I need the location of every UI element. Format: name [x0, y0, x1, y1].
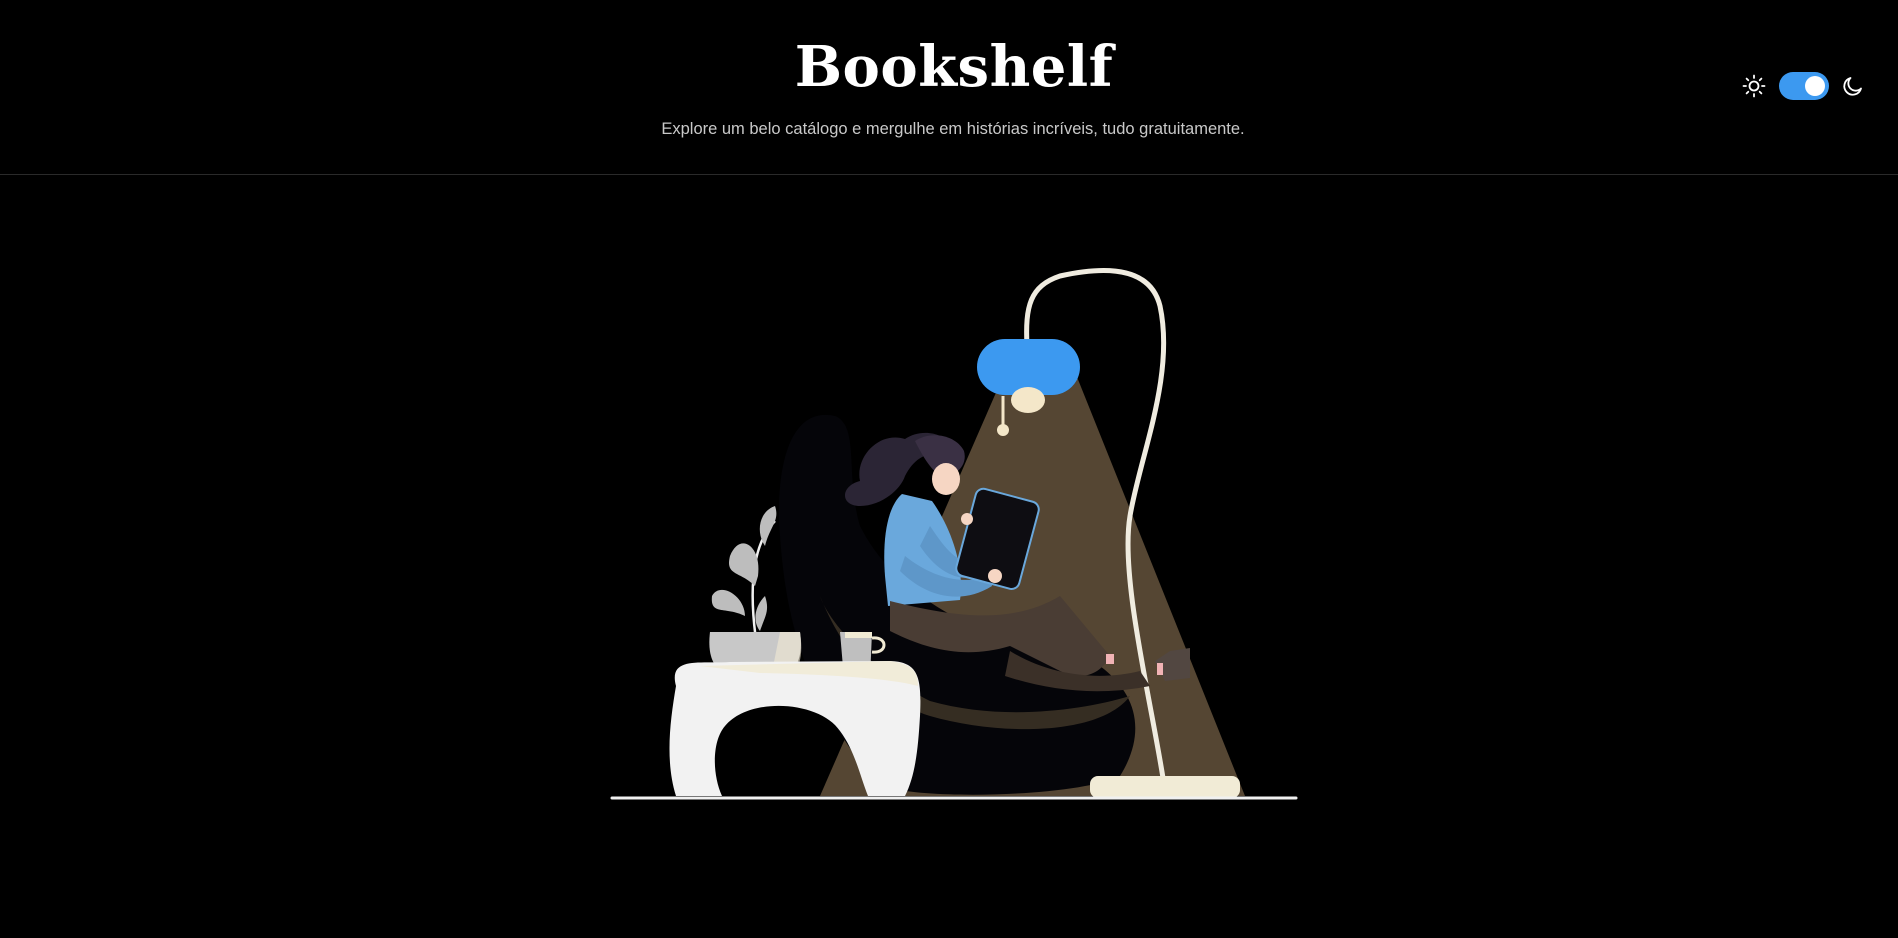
- woman-face: [932, 463, 960, 495]
- lamp-pull: [997, 424, 1009, 436]
- page-title: Bookshelf: [794, 34, 1114, 100]
- toggle-knob: [1805, 76, 1825, 96]
- side-table: [669, 661, 921, 796]
- theme-switch: [1740, 70, 1866, 102]
- theme-toggle[interactable]: [1779, 72, 1829, 100]
- lamp-base: [1090, 776, 1240, 798]
- reading-illustration: [610, 267, 1298, 800]
- page-subtitle: Explore um belo catálogo e mergulhe em h…: [661, 120, 1245, 138]
- moon-icon: [1843, 77, 1862, 96]
- page-header: Bookshelf Explore um belo catálogo e mer…: [0, 0, 1898, 175]
- sun-icon: [1742, 74, 1766, 98]
- lamp-bulb: [1011, 387, 1045, 413]
- lamp-shade: [977, 339, 1080, 395]
- hero-illustration: [0, 176, 1898, 938]
